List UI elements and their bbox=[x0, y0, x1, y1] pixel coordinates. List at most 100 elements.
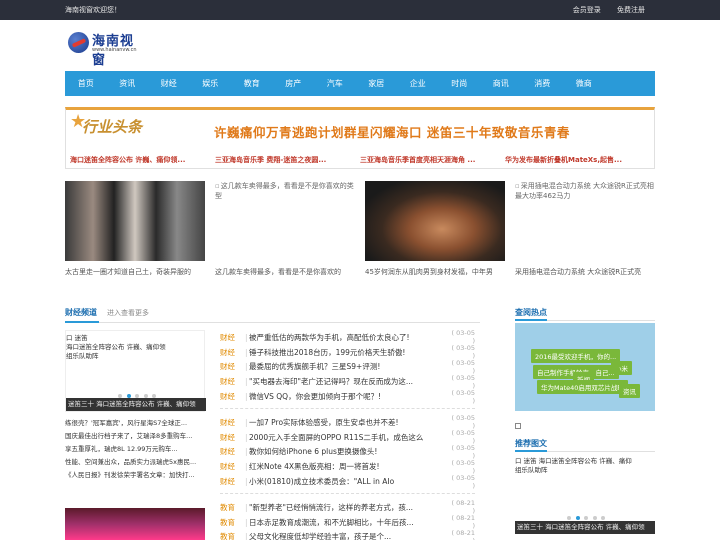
slider-dot[interactable] bbox=[601, 516, 606, 520]
photo-caption[interactable]: 这几款车卖得最多，看看是不是你喜欢的 bbox=[215, 267, 360, 277]
tag-link[interactable]: 资讯 bbox=[619, 384, 640, 398]
list-item[interactable]: 国庆最佳出行档子来了，艾瑞泽8多重购车... bbox=[65, 430, 205, 443]
nav-item-education[interactable]: 教育 bbox=[231, 71, 273, 96]
photo-muscle-man[interactable] bbox=[365, 181, 505, 261]
news-title[interactable]: 教你如何给iPhone 6 plus更换摄像头! bbox=[249, 446, 447, 457]
nav-item-auto[interactable]: 汽车 bbox=[314, 71, 356, 96]
list-item[interactable]: 《人民日报》刊发徐荣宇署名文章：加快打... bbox=[65, 469, 205, 482]
news-title[interactable]: 小米(01810)成立技术委员会："ALL in AIo bbox=[249, 476, 447, 487]
news-title[interactable]: 2000元入手全面屏的OPPO R11S二手机，成色这么 bbox=[249, 432, 447, 443]
news-title[interactable]: 最委屈的优秀旗舰手机？三星S9+评测! bbox=[249, 361, 447, 372]
news-row[interactable]: 财经 | 2000元入手全面屏的OPPO R11S二手机，成色这么( 03-05 ) bbox=[220, 429, 476, 446]
nav-item-wechat-business[interactable]: 微商 bbox=[563, 71, 605, 96]
news-row[interactable]: 教育 | "新型养老"已经悄悄流行，这样的养老方式，孩...( 08-21 ) bbox=[220, 499, 476, 516]
news-date: ( 03-05 ) bbox=[451, 443, 476, 460]
news-title[interactable]: 红米Note 4X黑色版亮相：周一将首发! bbox=[249, 461, 447, 472]
tag-link[interactable]: 华为Mate40启用双芯片战略 bbox=[537, 380, 628, 394]
news-category[interactable]: 财经 bbox=[220, 361, 245, 372]
register-link[interactable]: 免费注册 bbox=[617, 6, 645, 14]
banner-sub-link[interactable]: 华为发布最新折叠机MateXs,起售... bbox=[505, 155, 650, 165]
nav-item-entertainment[interactable]: 娱乐 bbox=[190, 71, 232, 96]
news-category[interactable]: 财经 bbox=[220, 347, 245, 358]
concert-image[interactable] bbox=[65, 508, 205, 540]
news-row[interactable]: 财经 | 一加7 Pro实际体验感受，原生安卓也并不差!( 03-05 ) bbox=[220, 414, 476, 431]
news-category[interactable]: 教育 bbox=[220, 531, 245, 540]
slider-caption[interactable]: 迷笛三十 海口迷笛全阵容公布 许巍、痛仰领 bbox=[515, 521, 655, 534]
nav-item-news[interactable]: 资讯 bbox=[107, 71, 149, 96]
news-row[interactable]: 教育|父母文化程度低却学经验丰富，孩子是个...( 08-21 ) bbox=[220, 529, 475, 540]
list-item[interactable]: 享五重厚礼，瑞虎8L 12.99万元购车... bbox=[65, 443, 205, 456]
news-row[interactable]: 财经 | 被严重低估的两款华为手机，高配低价太良心了!( 03-05 ) bbox=[220, 329, 476, 346]
recommend-slider[interactable]: 口 迷笛 海口迷笛全阵容公布 许巍、痛仰 组乐队助阵 迷笛三十 海口迷笛全阵容公… bbox=[515, 457, 655, 540]
photo-street-fashion[interactable] bbox=[65, 181, 205, 261]
nav-item-enterprise[interactable]: 企业 bbox=[397, 71, 439, 96]
news-row[interactable]: 财经 | "买电器去海印"老广还记得吗？现在反而成为这...( 03-05 ) bbox=[220, 374, 475, 390]
news-category[interactable]: 财经 bbox=[220, 417, 245, 428]
slider-dot[interactable] bbox=[567, 516, 571, 520]
news-title[interactable]: 微信VS QQ，你会更加倾向于那个呢？! bbox=[249, 391, 447, 402]
nav-item-consumer[interactable]: 消费 bbox=[522, 71, 564, 96]
news-category[interactable]: 财经 bbox=[220, 391, 245, 402]
news-title[interactable]: "新型养老"已经悄悄流行，这样的养老方式，孩... bbox=[249, 502, 447, 513]
slider-caption[interactable]: 迷笛三十 海口迷笛全阵容公布 许巍、痛仰领 bbox=[66, 398, 206, 411]
banner-headline[interactable]: 许巍痛仰万青逃跑计划群星闪耀海口 迷笛三十年致敬音乐青春 bbox=[214, 122, 570, 141]
finance-slider[interactable]: 口 迷笛 海口迷笛全阵容公布 许巍、痛仰领 组乐队助阵 迷笛三十 海口迷笛全阵容… bbox=[65, 330, 206, 412]
nav-item-fashion[interactable]: 时尚 bbox=[439, 71, 481, 96]
news-date: ( 03-05 ) bbox=[451, 329, 476, 346]
banner-sub-link[interactable]: 海口迷笛全阵容公布 许巍、痛仰领... bbox=[70, 155, 215, 165]
news-row[interactable]: 财经 | 微信VS QQ，你会更加倾向于那个呢？!( 03-05 ) bbox=[220, 389, 475, 405]
slider-dot-active[interactable] bbox=[575, 516, 580, 520]
news-category[interactable]: 教育 bbox=[220, 517, 245, 528]
news-title[interactable]: 一加7 Pro实际体验感受，原生安卓也并不差! bbox=[249, 417, 447, 428]
list-item[interactable]: 练很壳？'冠军嘉宾'，风行星海S7全球正... bbox=[65, 417, 205, 430]
welcome-text: 海南视窗欢迎您！ bbox=[65, 6, 121, 14]
tag-link[interactable]: 2016最受欢迎手机，你的... bbox=[531, 349, 621, 363]
section-title: 财经频道 bbox=[65, 308, 97, 317]
site-logo[interactable]: 海南视窗 www.hainanvw.cn bbox=[65, 29, 145, 68]
nav-item-business[interactable]: 商讯 bbox=[480, 71, 522, 96]
news-date: ( 03-05 ) bbox=[451, 414, 476, 431]
news-group: 教育 | "新型养老"已经悄悄流行，这样的养老方式，孩...( 08-21 ) 教育… bbox=[220, 499, 476, 540]
nav-item-finance[interactable]: 财经 bbox=[148, 71, 190, 96]
news-title[interactable]: 锤子科技推出2018台历，199元价格天生骄傲! bbox=[249, 347, 447, 358]
news-row[interactable]: 财经 | 红米Note 4X黑色版亮相：周一将首发!( 03-05 ) bbox=[220, 459, 475, 475]
photo-caption[interactable]: 45岁何润东从肌肉男到身材发福，中年男 bbox=[365, 267, 510, 277]
news-group: 财经 | 被严重低估的两款华为手机，高配低价太良心了!( 03-05 ) 财经 | 锤子… bbox=[220, 329, 476, 409]
slider-dot[interactable] bbox=[592, 516, 597, 520]
photo-hybrid-car[interactable]: 采用插电混合动力系统 大众途锐R正式亮相 最大功率462马力 bbox=[515, 181, 655, 261]
photo-cars[interactable]: 这几款车卖得最多，看看是不是你喜欢的类型 bbox=[215, 181, 355, 261]
news-date: ( 08-21 ) bbox=[451, 499, 476, 516]
nav-item-realestate[interactable]: 房产 bbox=[273, 71, 315, 96]
banner-sub-link[interactable]: 三亚海岛音乐季 费翔-迷笛之夜圆... bbox=[215, 155, 360, 165]
list-item[interactable]: 性能、空间兼出众，品质实力派瑞虎5x惠民... bbox=[65, 456, 205, 469]
news-category[interactable]: 财经 bbox=[220, 376, 245, 387]
more-link[interactable]: 进入查看更多 bbox=[107, 308, 149, 318]
section-title: 推荐图文 bbox=[515, 439, 547, 448]
news-category[interactable]: 财经 bbox=[220, 461, 245, 472]
news-title[interactable]: 日本赤足教育成潮流，和不光脚相比，十年后孩... bbox=[249, 517, 447, 528]
news-row[interactable]: 财经 | 锤子科技推出2018台历，199元价格天生骄傲!( 03-05 ) bbox=[220, 344, 475, 360]
news-category[interactable]: 财经 bbox=[220, 332, 245, 343]
news-title[interactable]: 父母文化程度低却学经验丰富，孩子是个... bbox=[249, 531, 447, 540]
news-row[interactable]: 财经 | 最委屈的优秀旗舰手机？三星S9+评测!( 03-05 ) bbox=[220, 359, 476, 375]
slider-dot[interactable] bbox=[584, 516, 589, 520]
news-category[interactable]: 财经 bbox=[220, 476, 245, 487]
news-date: ( 03-05 ) bbox=[451, 359, 476, 375]
news-row[interactable]: 财经 | 小米(01810)成立技术委员会："ALL in AIo( 03-05 ) bbox=[220, 474, 475, 490]
news-row[interactable]: 财经 | 教你如何给iPhone 6 plus更换摄像头!( 03-05 ) bbox=[220, 443, 476, 460]
news-category[interactable]: 财经 bbox=[220, 432, 245, 443]
banner-sub-link[interactable]: 三亚海岛音乐季首度亮相天涯海角 ... bbox=[360, 155, 505, 165]
tag-cloud: 2016最受欢迎手机，你的... 小米 自己制作手机铃声，自己... 新闻 华为… bbox=[515, 323, 655, 411]
news-date: ( 03-05 ) bbox=[451, 429, 476, 446]
news-title[interactable]: "买电器去海印"老广还记得吗？现在反而成为这... bbox=[249, 376, 447, 387]
nav-item-home-decor[interactable]: 家居 bbox=[356, 71, 398, 96]
photo-caption[interactable]: 太古里走一圈才知道自己土，奇装异服的 bbox=[65, 267, 210, 277]
login-link[interactable]: 会员登录 bbox=[573, 6, 601, 14]
nav-item-home[interactable]: 首页 bbox=[65, 71, 107, 96]
news-category[interactable]: 教育 bbox=[220, 502, 245, 513]
headline-banner: ★ 行业头条 许巍痛仰万青逃跑计划群星闪耀海口 迷笛三十年致敬音乐青春 海口迷笛… bbox=[65, 107, 655, 169]
news-category[interactable]: 财经 bbox=[220, 446, 245, 457]
photo-caption[interactable]: 采用插电混合动力系统 大众途锐R正式亮 bbox=[515, 267, 660, 277]
news-row[interactable]: 教育 | 日本赤足教育成潮流，和不光脚相比，十年后孩...( 08-21 ) bbox=[220, 514, 475, 530]
news-title[interactable]: 被严重低估的两款华为手机，高配低价太良心了! bbox=[249, 332, 447, 343]
